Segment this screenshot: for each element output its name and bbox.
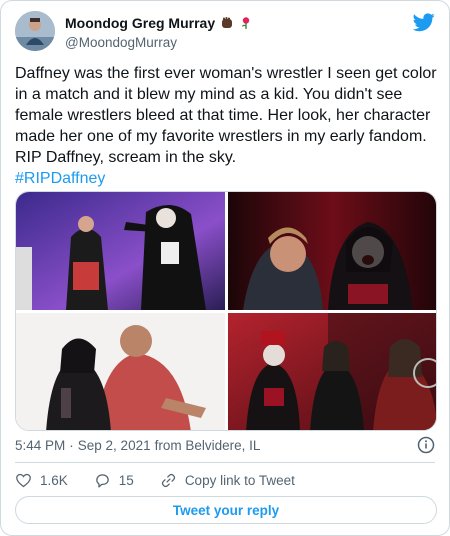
raised-fist-icon [220, 16, 234, 30]
tweet-body: Daffney was the first ever woman's wrest… [15, 65, 437, 166]
comment-icon [95, 473, 109, 488]
media-grid [15, 191, 437, 431]
divider [15, 462, 435, 463]
tweet-date[interactable]: Sep 2, 2021 [78, 438, 151, 453]
rose-icon [239, 16, 253, 30]
heart-icon [16, 473, 31, 487]
tweet-text: Daffney was the first ever woman's wrest… [15, 63, 439, 189]
meta-separator: · [69, 437, 74, 453]
photo-daffney-hug[interactable] [16, 313, 225, 430]
avatar-image [15, 11, 55, 51]
twitter-bird-icon[interactable] [413, 11, 435, 33]
photo-wrestlers-ring[interactable] [16, 192, 225, 310]
avatar[interactable] [15, 11, 55, 51]
copy-link-label: Copy link to Tweet [184, 472, 295, 488]
hashtag-link[interactable]: #RIPDaffney [15, 170, 105, 187]
reply-count: 15 [118, 472, 134, 488]
like-count: 1.6K [40, 472, 68, 488]
copy-link-button[interactable]: Copy link to Tweet [160, 472, 295, 489]
reply-action[interactable]: 15 [94, 472, 134, 489]
like-button[interactable]: 1.6K [15, 472, 68, 489]
author-display-name[interactable]: Moondog Greg Murray [65, 15, 215, 31]
tweet-card: Moondog Greg Murray @MoondogMurray Daffn… [0, 0, 450, 536]
tweet-actions: 1.6K 15 Copy link to Tweet [15, 470, 435, 490]
tweet-meta: 5:44 PM · Sep 2, 2021 from Belvidere, IL [15, 435, 435, 455]
tweet-header: Moondog Greg Murray @MoondogMurray [15, 11, 435, 53]
info-icon[interactable] [417, 436, 435, 454]
link-icon [161, 473, 175, 487]
tweet-time[interactable]: 5:44 PM [15, 438, 65, 453]
author-handle[interactable]: @MoondogMurray [65, 35, 253, 50]
photo-daffney-screaming[interactable] [228, 192, 436, 310]
tweet-location: from Belvidere, IL [154, 437, 261, 453]
photo-group-backdrop[interactable] [228, 313, 436, 430]
tweet-your-reply-button[interactable]: Tweet your reply [15, 496, 437, 524]
